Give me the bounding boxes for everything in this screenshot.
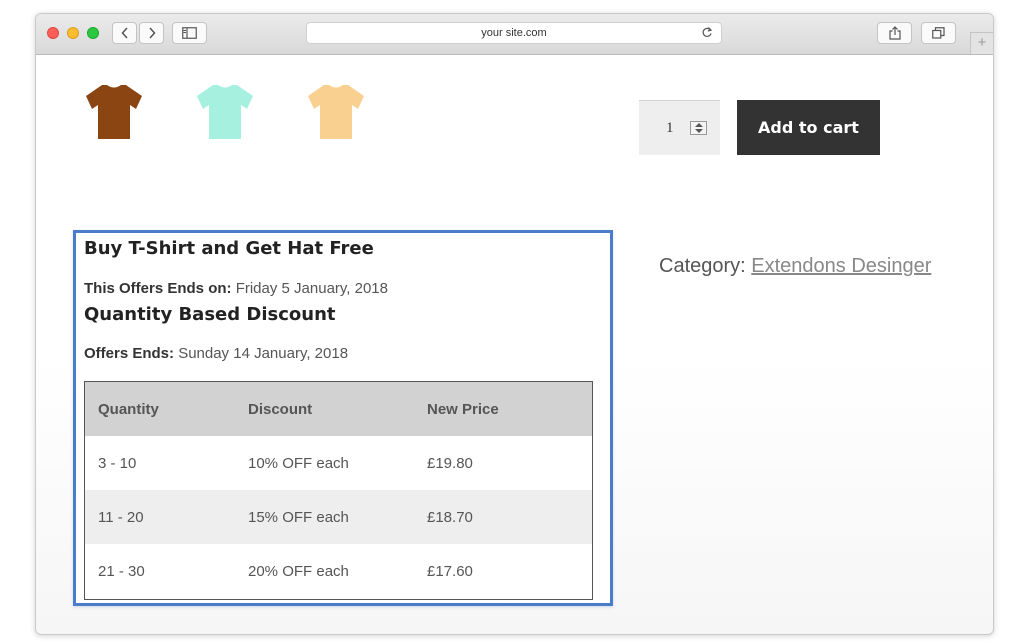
chevron-left-icon [120,27,128,39]
stepper-up-icon[interactable] [695,123,703,127]
header-discount: Discount [248,400,313,418]
offer-ends-label: This Offers Ends on: [84,280,232,297]
peach-tshirt-swatch[interactable] [306,83,366,141]
tshirt-icon [86,85,142,139]
cell-discount: 10% OFF each [248,454,349,472]
forward-button[interactable] [139,22,164,44]
minimize-window-button[interactable] [67,27,79,39]
chevron-right-icon [148,27,156,39]
quantity-input[interactable]: 1 [639,100,720,155]
category-label: Category: [659,255,746,277]
table-row: 3 - 10 10% OFF each £19.80 [85,436,592,490]
address-bar[interactable]: your site.com [306,22,722,44]
plus-icon: + [977,34,987,51]
product-category: Category: Extendons Desinger [659,255,931,278]
offers-panel: Buy T-Shirt and Get Hat Free This Offers… [73,230,613,606]
offer-title: Buy T-Shirt and Get Hat Free [84,238,374,259]
add-to-cart-button[interactable]: Add to cart [737,100,880,155]
cell-new-price: £18.70 [427,508,473,526]
cell-quantity: 11 - 20 [98,508,144,526]
discount-ends: Offers Ends: Sunday 14 January, 2018 [84,345,348,362]
sidebar-button[interactable] [172,22,207,44]
zoom-window-button[interactable] [87,27,99,39]
discount-ends-date: Sunday 14 January, 2018 [178,345,349,362]
share-icon [888,26,901,40]
tshirt-icon [308,85,364,139]
table-row: 21 - 30 20% OFF each £17.60 [85,544,592,598]
share-button[interactable] [877,22,912,44]
discount-ends-label: Offers Ends: [84,345,175,362]
quantity-value[interactable]: 1 [666,120,674,137]
table-header-row: Quantity Discount New Price [85,382,592,436]
header-new-price: New Price [427,400,499,418]
url-text: your site.com [481,27,547,39]
close-window-button[interactable] [47,27,59,39]
tabs-button[interactable] [921,22,956,44]
tabs-icon [932,27,945,39]
cell-discount: 20% OFF each [248,562,349,580]
cell-new-price: £17.60 [427,562,473,580]
reload-button[interactable] [701,26,713,42]
cell-new-price: £19.80 [427,454,473,472]
cell-quantity: 3 - 10 [98,454,137,472]
cell-discount: 15% OFF each [248,508,349,526]
reload-icon [702,27,713,37]
brown-tshirt-swatch[interactable] [84,83,144,141]
offer-ends-date: Friday 5 January, 2018 [235,280,388,297]
browser-toolbar: your site.com [36,14,993,55]
offer-ends: This Offers Ends on: Friday 5 January, 2… [84,280,388,297]
page-content: 1 Add to cart Buy T-Shirt and Get Hat Fr… [36,55,993,634]
tshirt-icon [197,85,253,139]
discount-title: Quantity Based Discount [84,304,336,325]
sidebar-icon [182,27,197,39]
header-quantity: Quantity [98,400,159,418]
mint-tshirt-swatch[interactable] [195,83,255,141]
new-tab-button[interactable]: + [970,32,993,54]
table-row: 11 - 20 15% OFF each £18.70 [85,490,592,544]
back-button[interactable] [112,22,137,44]
stepper-down-icon[interactable] [695,129,703,133]
category-link[interactable]: Extendons Desinger [751,255,931,277]
discount-table: Quantity Discount New Price 3 - 10 10% O… [84,381,593,600]
quantity-stepper[interactable] [690,121,707,135]
cell-quantity: 21 - 30 [98,562,145,580]
browser-window: your site.com + 1 Add to cart Buy T-Shir… [35,13,994,635]
